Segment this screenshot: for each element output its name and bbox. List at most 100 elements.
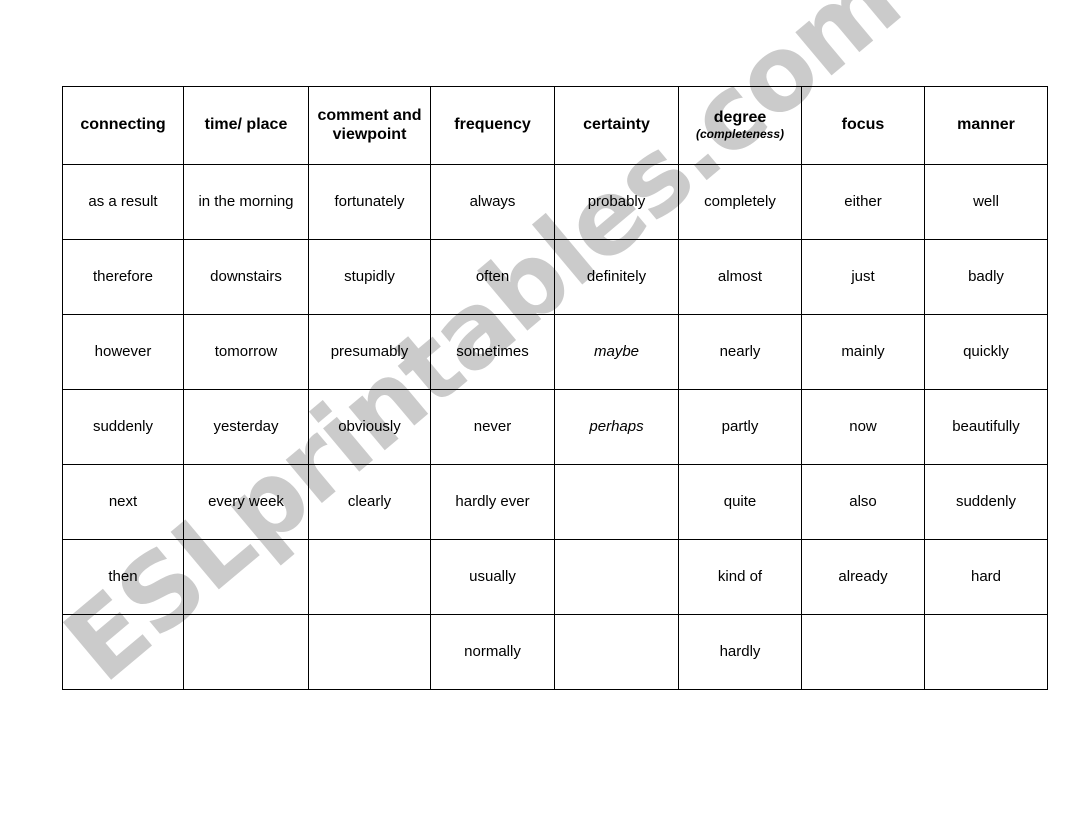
table-cell[interactable]: however xyxy=(62,314,184,390)
table-cell-text: clearly xyxy=(347,493,392,511)
table-cell-text: nearly xyxy=(719,343,761,361)
table-cell-text: fortunately xyxy=(334,193,405,211)
table-cell[interactable]: sometimes xyxy=(430,314,555,390)
table-cell[interactable]: quickly xyxy=(924,314,1048,390)
header-row: connecting time/ place comment and viewp… xyxy=(62,86,1048,165)
column-header-manner: manner xyxy=(924,86,1048,165)
table-cell-text: presumably xyxy=(330,343,409,361)
table-cell-text: hard xyxy=(970,568,1002,586)
table-cell[interactable]: quite xyxy=(678,464,802,540)
table-cell[interactable] xyxy=(554,614,679,690)
table-cell[interactable]: as a result xyxy=(62,164,184,240)
table-cell[interactable]: tomorrow xyxy=(183,314,309,390)
table-cell[interactable]: yesterday xyxy=(183,389,309,465)
column-header-connecting: connecting xyxy=(62,86,184,165)
table-cell[interactable]: hardly ever xyxy=(430,464,555,540)
table-cell[interactable]: also xyxy=(801,464,925,540)
table-cell-text: well xyxy=(973,193,999,211)
table-cell[interactable]: now xyxy=(801,389,925,465)
column-header-time-place: time/ place xyxy=(183,86,309,165)
table-cell[interactable]: downstairs xyxy=(183,239,309,315)
table-cell[interactable]: normally xyxy=(430,614,555,690)
table-cell[interactable]: already xyxy=(801,539,925,615)
table-cell[interactable] xyxy=(308,614,431,690)
table-cell[interactable] xyxy=(62,614,184,690)
table-cell[interactable] xyxy=(183,539,309,615)
table-cell[interactable] xyxy=(924,614,1048,690)
table-cell-text: normally xyxy=(464,643,521,661)
table-cell[interactable]: usually xyxy=(430,539,555,615)
table-cell[interactable]: stupidly xyxy=(308,239,431,315)
table-cell-text: quickly xyxy=(963,343,1009,361)
table-cell-text: quite xyxy=(723,493,757,511)
table-cell-text: just xyxy=(851,268,875,286)
table-cell[interactable]: therefore xyxy=(62,239,184,315)
column-header-label: focus xyxy=(841,116,885,134)
table-cell-text: often xyxy=(475,268,510,286)
table-cell[interactable]: beautifully xyxy=(924,389,1048,465)
table-cell-text: as a result xyxy=(88,193,158,211)
table-cell[interactable]: almost xyxy=(678,239,802,315)
table-cell[interactable]: never xyxy=(430,389,555,465)
table-cell[interactable]: presumably xyxy=(308,314,431,390)
table-cell[interactable]: fortunately xyxy=(308,164,431,240)
table-cell[interactable] xyxy=(554,464,679,540)
table-cell-text: badly xyxy=(968,268,1004,286)
table-cell-text: almost xyxy=(717,268,763,286)
table-row: however tomorrow presumably sometimes maybe n… xyxy=(62,314,1048,390)
table-cell[interactable]: clearly xyxy=(308,464,431,540)
table-cell[interactable]: then xyxy=(62,539,184,615)
table-cell-text: obviously xyxy=(338,418,401,436)
table-row: suddenly yesterday obviously never perhaps pa… xyxy=(62,389,1048,465)
table-cell[interactable]: probably xyxy=(554,164,679,240)
table-cell[interactable] xyxy=(801,614,925,690)
table-body: as a result in the morning fortunately alwa… xyxy=(62,164,1048,690)
table-cell[interactable]: well xyxy=(924,164,1048,240)
table-cell[interactable]: next xyxy=(62,464,184,540)
table-cell[interactable]: always xyxy=(430,164,555,240)
table-cell-text: hardly ever xyxy=(455,493,530,511)
table-cell[interactable]: hard xyxy=(924,539,1048,615)
table-cell-text: perhaps xyxy=(589,418,644,436)
table-cell-text: next xyxy=(108,493,138,511)
table-row: then usually kind of already hard xyxy=(62,539,1048,615)
table-cell[interactable] xyxy=(554,539,679,615)
table-cell-text: every week xyxy=(208,493,284,511)
table-cell[interactable] xyxy=(183,614,309,690)
table-cell-text: also xyxy=(849,493,877,511)
table-cell[interactable]: partly xyxy=(678,389,802,465)
table-row: as a result in the morning fortunately alwa… xyxy=(62,164,1048,240)
table-cell[interactable]: often xyxy=(430,239,555,315)
table-cell[interactable]: perhaps xyxy=(554,389,679,465)
table-cell[interactable]: badly xyxy=(924,239,1048,315)
table-cell[interactable]: mainly xyxy=(801,314,925,390)
table-cell[interactable]: suddenly xyxy=(62,389,184,465)
table-cell[interactable]: just xyxy=(801,239,925,315)
table-cell-text: completely xyxy=(704,193,776,211)
adverb-categories-table: connecting time/ place comment and viewp… xyxy=(62,86,1048,690)
table-cell-text: definitely xyxy=(586,268,647,286)
table-cell-text: probably xyxy=(587,193,646,211)
column-header-label: certainty xyxy=(583,116,650,134)
table-cell[interactable]: hardly xyxy=(678,614,802,690)
table-cell-text: stupidly xyxy=(344,268,395,286)
table-cell[interactable]: maybe xyxy=(554,314,679,390)
column-header-sublabel: (completeness) xyxy=(695,127,785,142)
table-cell-text: yesterday xyxy=(213,418,279,436)
table-cell-text: suddenly xyxy=(955,493,1017,511)
table-cell[interactable]: in the morning xyxy=(183,164,309,240)
column-header-label: comment and viewpoint xyxy=(317,106,422,143)
table-cell[interactable]: every week xyxy=(183,464,309,540)
table-cell-text: then xyxy=(108,568,138,586)
table-cell[interactable]: definitely xyxy=(554,239,679,315)
table-cell[interactable]: kind of xyxy=(678,539,802,615)
table-cell[interactable]: either xyxy=(801,164,925,240)
table-cell[interactable]: nearly xyxy=(678,314,802,390)
table-cell-text: hardly xyxy=(719,643,761,661)
table-cell[interactable]: completely xyxy=(678,164,802,240)
table-cell[interactable] xyxy=(308,539,431,615)
table-cell-text: never xyxy=(473,418,512,436)
table-cell[interactable]: obviously xyxy=(308,389,431,465)
table-cell-text: therefore xyxy=(92,268,154,286)
table-cell[interactable]: suddenly xyxy=(924,464,1048,540)
